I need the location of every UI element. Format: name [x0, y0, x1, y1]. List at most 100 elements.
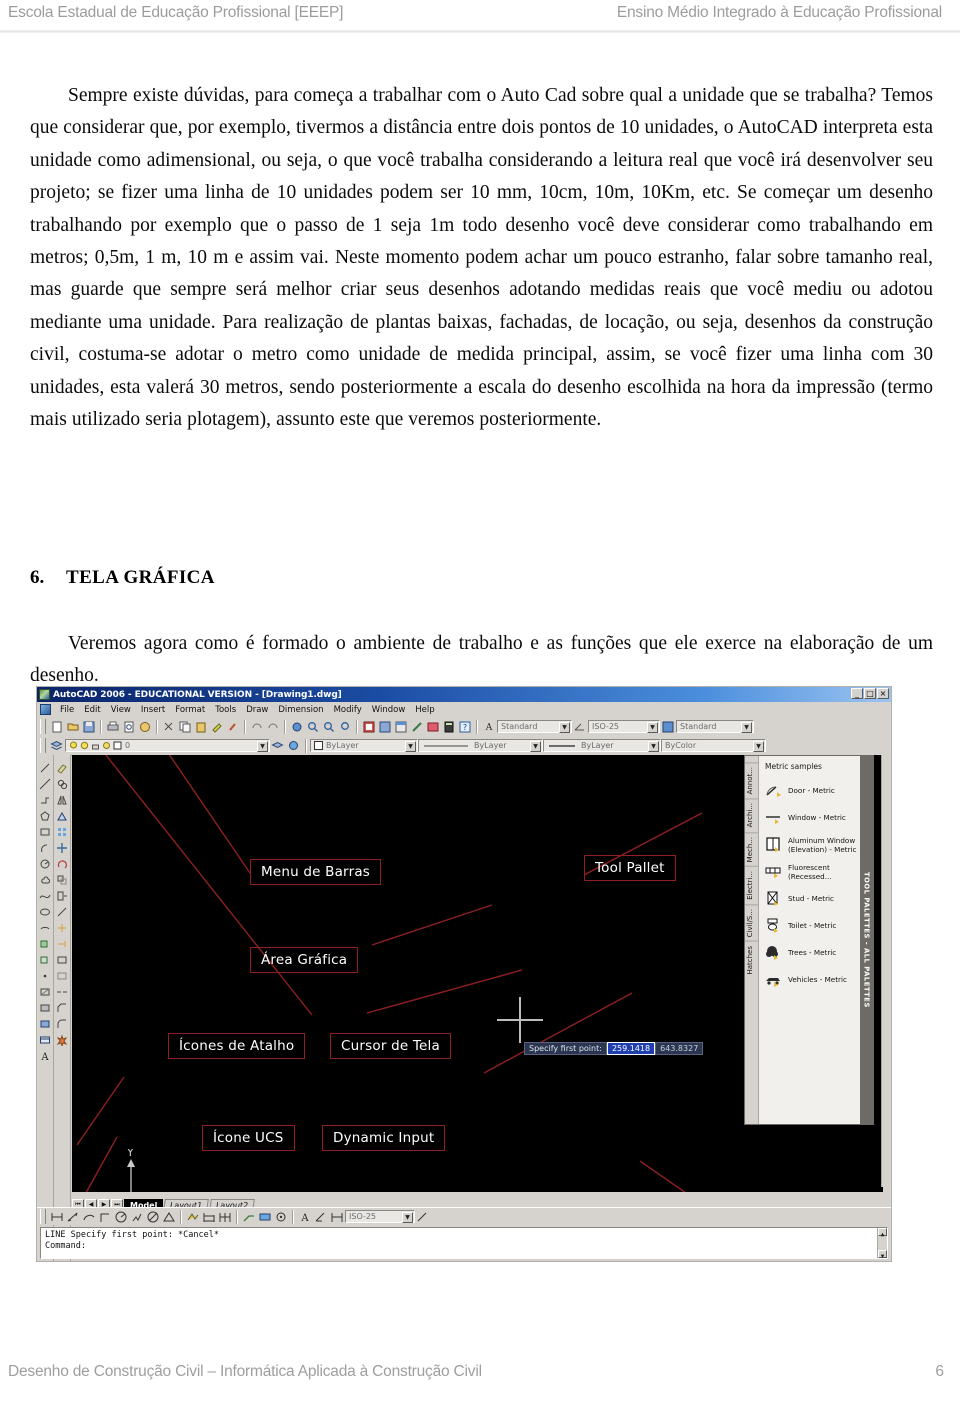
gradient-icon[interactable]: [38, 1000, 53, 1016]
canvas-vertical-scrollbar[interactable]: [881, 755, 891, 1187]
color-combo[interactable]: ByLayer ▼: [310, 739, 418, 752]
text-style-combo[interactable]: Standard ▼: [497, 720, 572, 733]
menu-item-edit[interactable]: Edit: [79, 705, 105, 715]
tp-item-toilet[interactable]: Toilet - Metric: [759, 912, 873, 939]
chevron-down-icon[interactable]: ▼: [559, 722, 570, 733]
properties-icon[interactable]: [361, 719, 376, 734]
command-prompt-line[interactable]: Command:: [45, 1241, 883, 1252]
insert-block-icon[interactable]: [38, 936, 53, 952]
zoom-previous-icon[interactable]: [337, 719, 352, 734]
scroll-up-icon[interactable]: ▲: [878, 1228, 887, 1238]
tool-palette-panel[interactable]: Annot... Archi... Mech... Electri... Civ…: [744, 755, 874, 1125]
revision-cloud-icon[interactable]: [38, 872, 53, 888]
ellipse-icon[interactable]: [38, 904, 53, 920]
modify-toolbar[interactable]: [54, 755, 71, 1261]
make-block-icon[interactable]: [38, 952, 53, 968]
menu-item-view[interactable]: View: [106, 705, 136, 715]
chevron-down-icon[interactable]: ▼: [405, 741, 416, 752]
multiline-text-icon[interactable]: A: [38, 1048, 53, 1064]
dynamic-input-y-value[interactable]: 643.8327: [655, 1042, 704, 1055]
paste-icon[interactable]: [193, 719, 208, 734]
mirror-icon[interactable]: [55, 792, 70, 808]
break-icon[interactable]: [55, 968, 70, 984]
center-mark-icon[interactable]: [273, 1209, 288, 1224]
chevron-down-icon[interactable]: ▼: [741, 722, 752, 733]
tp-tab-annotation[interactable]: Annot...: [745, 762, 758, 799]
redo-icon[interactable]: [265, 719, 280, 734]
chevron-down-icon[interactable]: ▼: [647, 722, 658, 733]
trim-icon[interactable]: [55, 920, 70, 936]
arc-length-dim-icon[interactable]: [81, 1209, 96, 1224]
jogged-dim-icon[interactable]: [129, 1209, 144, 1224]
drawing-area[interactable]: Menu de Barras Tool Pallet Área Gráfica …: [72, 755, 883, 1201]
copy-icon[interactable]: [177, 719, 192, 734]
menu-item-insert[interactable]: Insert: [136, 705, 170, 715]
menu-item-help[interactable]: Help: [410, 705, 439, 715]
plot-preview-icon[interactable]: [121, 719, 136, 734]
open-icon[interactable]: [65, 719, 80, 734]
ellipse-arc-icon[interactable]: [38, 920, 53, 936]
table-icon[interactable]: [38, 1032, 53, 1048]
tp-item-fluorescent[interactable]: Fluorescent (Recessed...: [759, 858, 873, 885]
zoom-window-icon[interactable]: [321, 719, 336, 734]
layer-properties-toolbar[interactable]: 0 ▼ ByLayer ▼ ByLayer ▼ ByLayer ▼ ByColo: [37, 736, 891, 756]
minimize-icon[interactable]: _: [851, 688, 863, 699]
construction-line-icon[interactable]: [38, 776, 53, 792]
toolbar-grip[interactable]: [40, 738, 46, 753]
cut-icon[interactable]: [161, 719, 176, 734]
radius-dim-icon[interactable]: [113, 1209, 128, 1224]
plot-icon[interactable]: [105, 719, 120, 734]
arc-icon[interactable]: [38, 840, 53, 856]
chevron-down-icon[interactable]: ▼: [753, 741, 764, 752]
command-line-window[interactable]: LINE Specify first point: *Cancel* Comma…: [40, 1227, 888, 1260]
toolbar-grip[interactable]: [40, 1209, 46, 1224]
maximize-icon[interactable]: □: [864, 688, 876, 699]
layer-combo[interactable]: 0 ▼: [65, 739, 270, 752]
window-controls[interactable]: _ □ ×: [851, 688, 889, 699]
leader-icon[interactable]: [241, 1209, 256, 1224]
lengthen-icon[interactable]: [55, 904, 70, 920]
erase-icon[interactable]: [55, 760, 70, 776]
new-icon[interactable]: [49, 719, 64, 734]
layer-previous-icon[interactable]: [270, 738, 285, 753]
dynamic-input-x-value[interactable]: 259.1418: [606, 1042, 656, 1055]
move-icon[interactable]: [55, 840, 70, 856]
scale-icon[interactable]: [55, 872, 70, 888]
calculator-icon[interactable]: [441, 719, 456, 734]
standard-toolbar[interactable]: ? A Standard ▼ ISO-25 ▼ Standard ▼: [37, 717, 891, 737]
tp-tab-electrical[interactable]: Electri...: [745, 866, 758, 904]
make-object-layer-icon[interactable]: [286, 738, 301, 753]
tool-palettes-icon[interactable]: [393, 719, 408, 734]
break-at-point-icon[interactable]: [55, 952, 70, 968]
chevron-down-icon[interactable]: ▼: [402, 1212, 413, 1223]
tp-item-aluminum-window[interactable]: Aluminum Window (Elevation) - Metric: [759, 831, 873, 858]
circle-icon[interactable]: [38, 856, 53, 872]
help-icon[interactable]: ?: [457, 719, 472, 734]
table-style-combo[interactable]: Standard ▼: [676, 720, 754, 733]
plotstyle-combo[interactable]: ByColor ▼: [661, 739, 766, 752]
dim-style-combo-bottom[interactable]: ISO-25 ▼: [345, 1210, 415, 1223]
aligned-dim-icon[interactable]: [65, 1209, 80, 1224]
tp-tab-architectural[interactable]: Archi...: [745, 798, 758, 832]
chamfer-icon[interactable]: [55, 1000, 70, 1016]
fillet-icon[interactable]: [55, 1016, 70, 1032]
draw-toolbar[interactable]: A: [37, 755, 54, 1261]
menu-item-window[interactable]: Window: [367, 705, 411, 715]
continue-dim-icon[interactable]: [217, 1209, 232, 1224]
menu-item-format[interactable]: Format: [170, 705, 210, 715]
autocad-menu-bar[interactable]: File Edit View Insert Format Tools Draw …: [37, 702, 891, 729]
tp-item-stud[interactable]: Stud - Metric: [759, 885, 873, 912]
pan-realtime-icon[interactable]: [289, 719, 304, 734]
copy-object-icon[interactable]: [55, 776, 70, 792]
toolbar-grip[interactable]: [40, 719, 46, 734]
extend-icon[interactable]: [55, 936, 70, 952]
tolerance-icon[interactable]: [257, 1209, 272, 1224]
sheetset-icon[interactable]: [409, 719, 424, 734]
dim-update-icon[interactable]: [329, 1209, 344, 1224]
menu-item-dimension[interactable]: Dimension: [273, 705, 328, 715]
dim-style-manager-icon[interactable]: [415, 1209, 430, 1224]
close-icon[interactable]: ×: [877, 688, 889, 699]
join-icon[interactable]: [55, 984, 70, 1000]
ordinate-dim-icon[interactable]: [97, 1209, 112, 1224]
tp-item-window[interactable]: Window - Metric: [759, 804, 873, 831]
